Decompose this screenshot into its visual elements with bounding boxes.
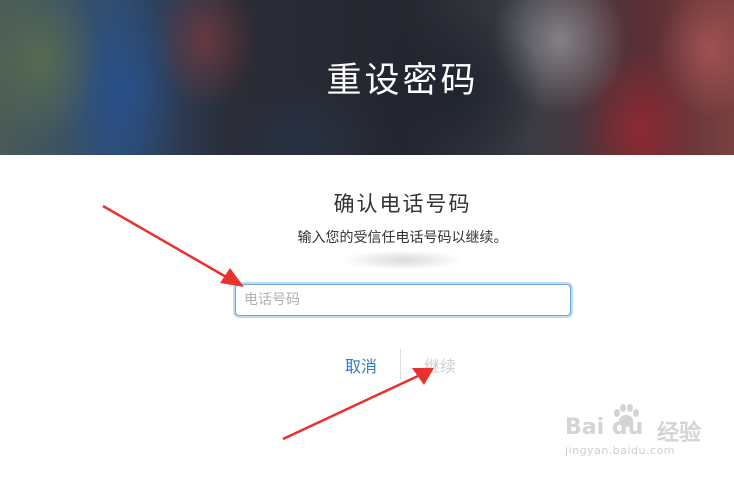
instruction-text: 输入您的受信任电话号码以继续。	[297, 230, 508, 246]
arrow-to-continue-icon	[282, 368, 434, 441]
paw-icon	[614, 404, 639, 427]
cancel-button[interactable]: 取消	[345, 353, 377, 377]
continue-button[interactable]: 继续	[424, 353, 456, 377]
blurred-text-smudge	[343, 250, 463, 270]
watermark-url: jingyan.baidu.com	[565, 444, 676, 457]
watermark-text: 经验	[657, 421, 702, 446]
watermark: Bai du 经验 jingyan.baidu.com	[565, 401, 725, 461]
section-title: 确认电话号码	[333, 192, 472, 216]
page-title: 重设密码	[326, 61, 479, 101]
button-divider	[400, 349, 401, 379]
phone-number-input[interactable]	[235, 284, 571, 316]
hero-banner: 重设密码	[0, 0, 734, 155]
reset-password-page: 重设密码 确认电话号码 输入您的受信任电话号码以继续。 取消 继续 Bai du…	[0, 0, 734, 479]
